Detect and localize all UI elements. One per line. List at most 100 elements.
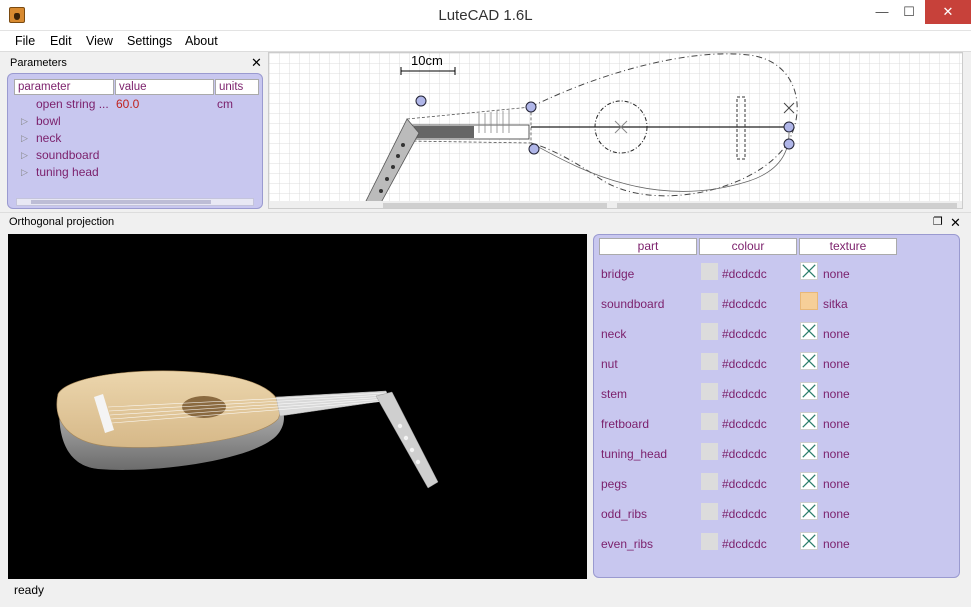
part-row-stem[interactable]: stem #dcdcdc none — [594, 380, 959, 410]
close-window-button[interactable]: ✕ — [925, 0, 971, 24]
no-texture-icon[interactable] — [800, 352, 818, 370]
menu-file[interactable]: File — [15, 34, 35, 48]
colour-value: #dcdcdc — [722, 327, 767, 341]
parameters-panel-header: Parameters — [7, 54, 264, 72]
texture-value: sitka — [823, 297, 848, 311]
colour-swatch[interactable] — [701, 533, 718, 550]
param-name: neck — [36, 131, 62, 145]
colour-swatch[interactable] — [701, 353, 718, 370]
parameters-close-button[interactable]: ✕ — [251, 56, 262, 70]
param-row-tuning-head[interactable]: ▷ tuning head — [8, 164, 262, 181]
no-texture-icon[interactable] — [800, 382, 818, 400]
texture-value: none — [823, 447, 850, 461]
texture-value: none — [823, 537, 850, 551]
window-title: LuteCAD 1.6L — [438, 7, 533, 24]
part-name: fretboard — [601, 417, 650, 431]
status-bar: ready — [0, 579, 971, 607]
part-name: odd_ribs — [601, 507, 648, 521]
menu-view[interactable]: View — [86, 34, 113, 48]
param-name: soundboard — [36, 148, 100, 162]
minimize-button[interactable]: — — [867, 0, 897, 24]
part-name: soundboard — [601, 297, 665, 311]
part-name: even_ribs — [601, 537, 654, 551]
part-row-neck[interactable]: neck #dcdcdc none — [594, 320, 959, 350]
colour-swatch[interactable] — [701, 293, 718, 310]
texture-value: none — [823, 387, 850, 401]
param-name: bowl — [36, 114, 61, 128]
param-value[interactable]: 60.0 — [116, 96, 139, 113]
colour-swatch[interactable] — [701, 383, 718, 400]
part-row-even-ribs[interactable]: even_ribs #dcdcdc none — [594, 530, 959, 560]
parts-table: part colour texture bridge #dcdcdc none … — [593, 234, 960, 578]
parameters-horizontal-scrollbar[interactable] — [16, 198, 254, 206]
colour-swatch[interactable] — [701, 443, 718, 460]
scale-label: 10cm — [411, 53, 443, 68]
part-name: pegs — [601, 477, 628, 491]
menu-about[interactable]: About — [185, 34, 218, 48]
colour-swatch[interactable] — [701, 263, 718, 280]
part-row-pegs[interactable]: pegs #dcdcdc none — [594, 470, 959, 500]
column-header-parameter[interactable]: parameter — [14, 79, 114, 95]
3d-viewport[interactable] — [8, 234, 587, 579]
param-row-open-string[interactable]: open string ... 60.0 cm — [8, 96, 262, 113]
expand-arrow-icon[interactable]: ▷ — [21, 113, 28, 130]
colour-value: #dcdcdc — [722, 297, 767, 311]
param-row-neck[interactable]: ▷ neck — [8, 130, 262, 147]
ortho-panel-title: Orthogonal projection — [9, 216, 115, 228]
texture-value: none — [823, 357, 850, 371]
parameters-tree: parameter value units open string ... 60… — [7, 73, 263, 209]
no-texture-icon[interactable] — [800, 262, 818, 280]
maximize-button[interactable]: ☐ — [894, 0, 924, 24]
menu-edit[interactable]: Edit — [50, 34, 72, 48]
colour-value: #dcdcdc — [722, 267, 767, 281]
no-texture-icon[interactable] — [800, 472, 818, 490]
expand-arrow-icon[interactable]: ▷ — [21, 130, 28, 147]
colour-value: #dcdcdc — [722, 387, 767, 401]
texture-value: none — [823, 417, 850, 431]
no-texture-icon[interactable] — [800, 532, 818, 550]
sitka-texture-icon[interactable] — [800, 292, 818, 310]
column-header-part[interactable]: part — [599, 238, 697, 255]
colour-value: #dcdcdc — [722, 417, 767, 431]
drawing-canvas[interactable]: 10cm — [269, 53, 963, 209]
colour-value: #dcdcdc — [722, 477, 767, 491]
column-header-texture[interactable]: texture — [799, 238, 897, 255]
part-row-odd-ribs[interactable]: odd_ribs #dcdcdc none — [594, 500, 959, 530]
expand-arrow-icon[interactable]: ▷ — [21, 147, 28, 164]
colour-value: #dcdcdc — [722, 507, 767, 521]
part-name: stem — [601, 387, 628, 401]
lute-3d-render[interactable] — [8, 234, 587, 579]
column-header-colour[interactable]: colour — [699, 238, 797, 255]
column-header-units[interactable]: units — [215, 79, 259, 95]
no-texture-icon[interactable] — [800, 322, 818, 340]
column-header-value[interactable]: value — [115, 79, 214, 95]
colour-swatch[interactable] — [701, 323, 718, 340]
menu-settings[interactable]: Settings — [127, 34, 172, 48]
part-row-tuning-head[interactable]: tuning_head #dcdcdc none — [594, 440, 959, 470]
parameters-panel-title: Parameters — [10, 57, 67, 69]
param-row-soundboard[interactable]: ▷ soundboard — [8, 147, 262, 164]
no-texture-icon[interactable] — [800, 412, 818, 430]
part-row-soundboard[interactable]: soundboard #dcdcdc sitka — [594, 290, 959, 320]
no-texture-icon[interactable] — [800, 442, 818, 460]
lute-outline-drawing[interactable]: 10cm — [268, 52, 963, 209]
colour-swatch[interactable] — [701, 503, 718, 520]
part-row-nut[interactable]: nut #dcdcdc none — [594, 350, 959, 380]
param-name: open string ... — [36, 97, 109, 111]
no-texture-icon[interactable] — [800, 502, 818, 520]
part-row-bridge[interactable]: bridge #dcdcdc none — [594, 260, 959, 290]
ortho-close-button[interactable]: ✕ — [950, 215, 961, 231]
part-name: neck — [601, 327, 627, 341]
param-row-bowl[interactable]: ▷ bowl — [8, 113, 262, 130]
colour-swatch[interactable] — [701, 473, 718, 490]
expand-arrow-icon[interactable]: ▷ — [21, 164, 28, 181]
part-row-fretboard[interactable]: fretboard #dcdcdc none — [594, 410, 959, 440]
colour-value: #dcdcdc — [722, 447, 767, 461]
float-panel-icon[interactable]: ❐ — [933, 215, 943, 228]
scrollbar-thumb[interactable] — [31, 200, 211, 204]
param-name: tuning head — [36, 165, 99, 179]
texture-value: none — [823, 327, 850, 341]
part-name: tuning_head — [601, 447, 668, 461]
part-name: nut — [601, 357, 618, 371]
colour-swatch[interactable] — [701, 413, 718, 430]
